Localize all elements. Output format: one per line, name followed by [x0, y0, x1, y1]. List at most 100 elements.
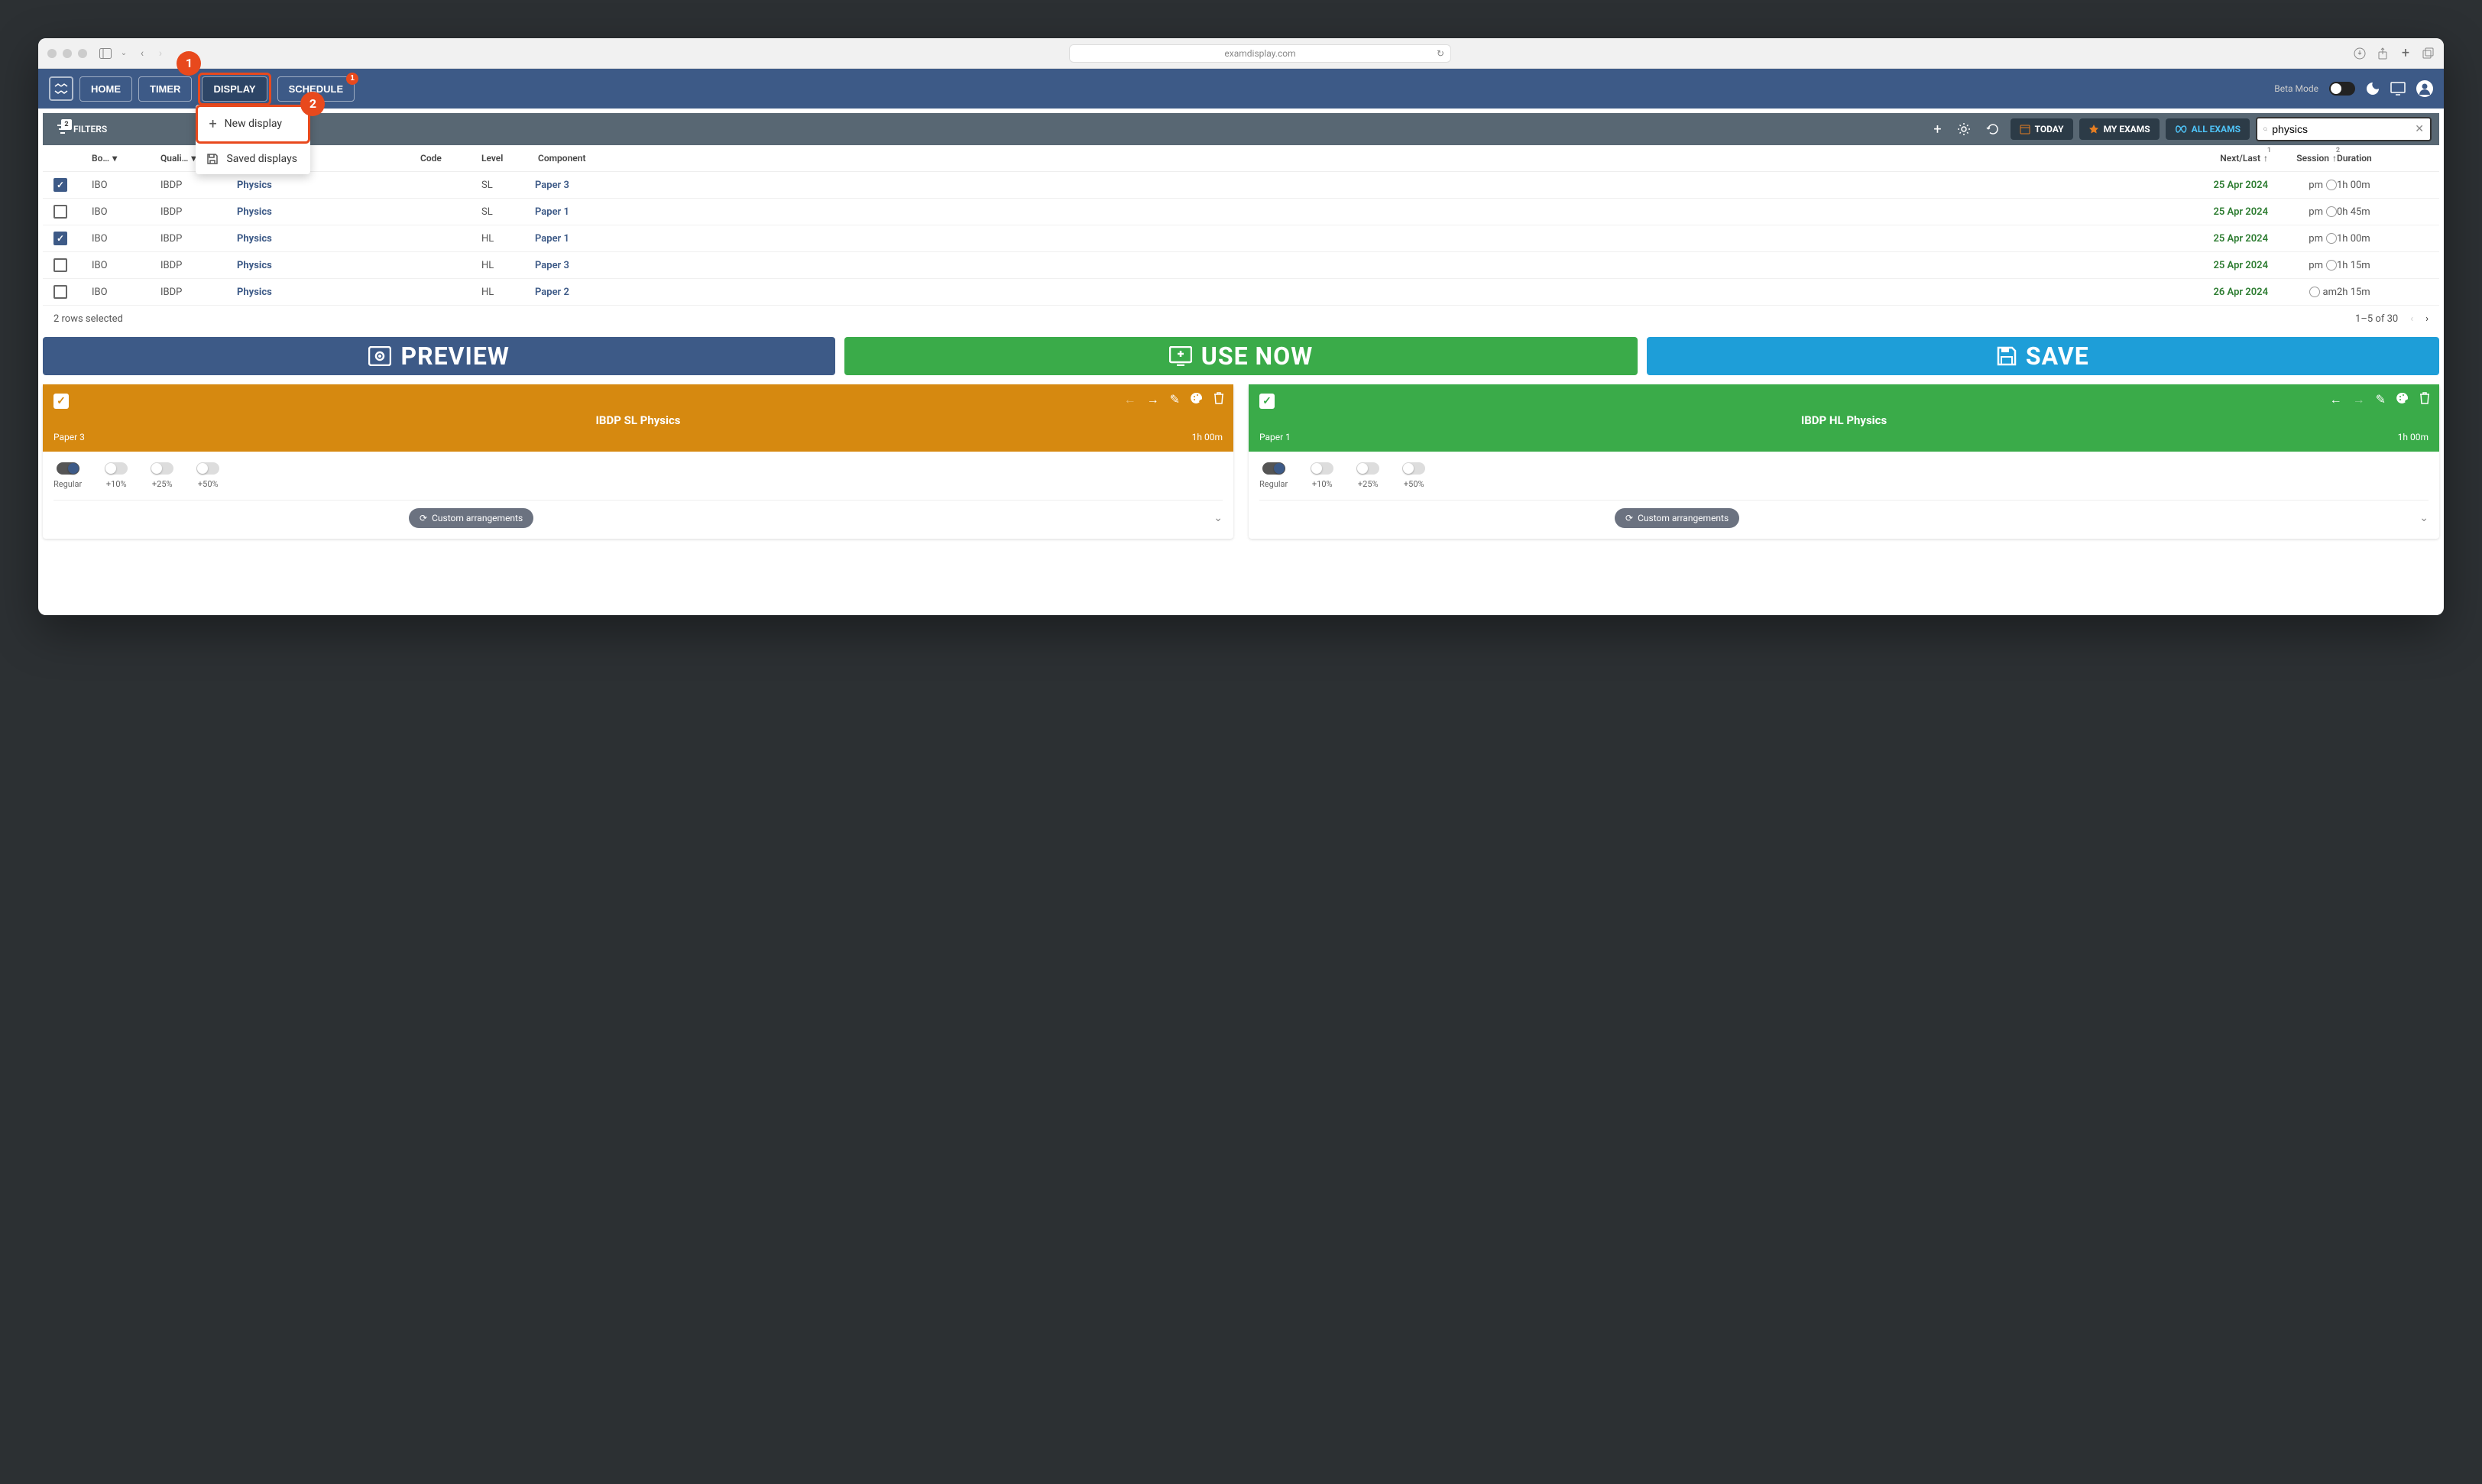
reset-icon[interactable]: [1981, 119, 2004, 139]
th-component[interactable]: Component: [538, 153, 711, 164]
toggle-switch[interactable]: [105, 462, 128, 475]
save-button[interactable]: SAVE: [1647, 337, 2439, 375]
th-nextlast[interactable]: Next/Last ↑1: [2176, 153, 2268, 164]
add-time-icon: ⟳: [420, 513, 427, 523]
palette-icon[interactable]: [2396, 392, 2409, 407]
toggle-switch[interactable]: [196, 462, 219, 475]
row-checkbox[interactable]: [53, 178, 67, 192]
chevron-down-icon[interactable]: ⌄: [1213, 512, 1223, 524]
rows-selected-text: 2 rows selected: [53, 313, 123, 325]
row-checkbox[interactable]: [53, 205, 67, 219]
preview-button[interactable]: PREVIEW: [43, 337, 835, 375]
toggle-plus25pct[interactable]: +25%: [1356, 462, 1379, 489]
toggle-plus50pct[interactable]: +50%: [196, 462, 219, 489]
dropdown-new-display[interactable]: 2 + New display: [196, 105, 310, 144]
schedule-badge: 1: [346, 73, 358, 85]
card-duration: 1h 00m: [2398, 432, 2429, 442]
trash-icon[interactable]: [2419, 392, 2430, 407]
clear-icon[interactable]: ✕: [2415, 123, 2424, 135]
card-checkbox[interactable]: [53, 394, 69, 409]
beta-toggle[interactable]: [2329, 82, 2355, 96]
back-icon[interactable]: ‹: [136, 47, 148, 60]
search-box[interactable]: ✕: [2256, 117, 2432, 141]
arrow-left-icon[interactable]: ←: [1124, 392, 1136, 407]
browser-window: ⌄ ‹ › examdisplay.com ↻ + HOME TIMER: [38, 38, 2444, 615]
arrow-right-icon[interactable]: →: [1147, 392, 1159, 407]
toggle-switch[interactable]: [57, 462, 79, 475]
cell-component: Paper 2: [535, 287, 711, 298]
th-code[interactable]: Code: [420, 153, 481, 164]
traffic-max[interactable]: [78, 49, 87, 58]
moon-icon[interactable]: [2366, 82, 2380, 96]
th-session[interactable]: Session ↑2: [2268, 153, 2337, 164]
user-icon[interactable]: [2416, 80, 2433, 97]
toggle-switch[interactable]: [1356, 462, 1379, 475]
card-duration: 1h 00m: [1192, 432, 1223, 442]
arrow-right-icon[interactable]: →: [2353, 392, 2365, 407]
table-row[interactable]: IBO IBDP Physics HL Paper 2 26 Apr 2024 …: [43, 279, 2439, 306]
toggle-Regular[interactable]: Regular: [53, 462, 82, 489]
row-checkbox[interactable]: [53, 232, 67, 245]
use-now-button[interactable]: USE NOW: [844, 337, 1637, 375]
nav-timer[interactable]: TIMER: [138, 76, 192, 102]
table-row[interactable]: IBO IBDP Physics HL Paper 1 25 Apr 2024 …: [43, 225, 2439, 252]
nav-display[interactable]: DISPLAY: [202, 76, 267, 102]
th-board[interactable]: Bo… ▾: [92, 153, 160, 164]
table-row[interactable]: IBO IBDP Physics SL Paper 3 25 Apr 2024 …: [43, 172, 2439, 199]
chevron-down-small-icon[interactable]: ⌄: [118, 47, 130, 60]
toggle-switch[interactable]: [1262, 462, 1285, 475]
filters-button[interactable]: 2 FILTERS: [50, 121, 113, 138]
chip-myexams[interactable]: MY EXAMS: [2079, 118, 2160, 140]
prev-page-icon[interactable]: ‹: [2410, 313, 2413, 325]
chevron-down-icon[interactable]: ⌄: [2419, 512, 2429, 524]
toggle-plus50pct[interactable]: +50%: [1402, 462, 1425, 489]
chip-allexams[interactable]: ALL EXAMS: [2166, 118, 2250, 140]
card-toolbar: ← → ✎: [2330, 392, 2430, 407]
th-duration[interactable]: Duration: [2337, 153, 2429, 164]
card-title: IBDP SL Physics: [53, 413, 1223, 427]
card-checkbox[interactable]: [1259, 394, 1275, 409]
forward-icon[interactable]: ›: [154, 47, 167, 60]
clock-icon: [2326, 233, 2337, 244]
row-checkbox[interactable]: [53, 285, 67, 299]
add-icon[interactable]: +: [1929, 118, 1946, 141]
cell-board: IBO: [92, 180, 160, 191]
toggle-plus25pct[interactable]: +25%: [151, 462, 173, 489]
edit-icon[interactable]: ✎: [2376, 392, 2386, 407]
toggle-plus10pct[interactable]: +10%: [105, 462, 128, 489]
table-row[interactable]: IBO IBDP Physics SL Paper 1 25 Apr 2024 …: [43, 199, 2439, 225]
toggle-switch[interactable]: [1402, 462, 1425, 475]
toggle-switch[interactable]: [1311, 462, 1333, 475]
toggle-plus10pct[interactable]: +10%: [1311, 462, 1333, 489]
download-icon[interactable]: [2354, 47, 2366, 60]
custom-arrangements-button[interactable]: ⟳ Custom arrangements: [409, 508, 533, 528]
refresh-icon[interactable]: ↻: [1437, 48, 1444, 59]
big-buttons-row: PREVIEW USE NOW SAVE: [38, 332, 2444, 380]
search-input[interactable]: [2272, 123, 2410, 135]
gear-icon[interactable]: [1952, 119, 1975, 139]
traffic-close[interactable]: [47, 49, 57, 58]
table-row[interactable]: IBO IBDP Physics HL Paper 3 25 Apr 2024 …: [43, 252, 2439, 279]
toggle-switch[interactable]: [151, 462, 173, 475]
sidebar-icon[interactable]: [99, 47, 112, 60]
row-checkbox[interactable]: [53, 258, 67, 272]
dropdown-label: Saved displays: [226, 153, 296, 165]
app-logo[interactable]: [49, 76, 73, 101]
traffic-min[interactable]: [63, 49, 72, 58]
plus-icon[interactable]: +: [2399, 47, 2412, 60]
chip-today[interactable]: TODAY: [2011, 118, 2073, 140]
trash-icon[interactable]: [1213, 392, 1224, 407]
arrow-left-icon[interactable]: ←: [2330, 392, 2342, 407]
url-bar[interactable]: examdisplay.com ↻: [1069, 44, 1451, 63]
share-icon[interactable]: [2377, 47, 2389, 60]
th-level[interactable]: Level: [481, 153, 535, 164]
toggle-Regular[interactable]: Regular: [1259, 462, 1288, 489]
next-page-icon[interactable]: ›: [2425, 313, 2429, 325]
tabs-icon[interactable]: [2422, 47, 2435, 60]
custom-arrangements-button[interactable]: ⟳ Custom arrangements: [1615, 508, 1739, 528]
palette-icon[interactable]: [1191, 392, 1203, 407]
display-icon[interactable]: [2390, 82, 2406, 96]
dropdown-saved-displays[interactable]: Saved displays: [196, 144, 310, 174]
edit-icon[interactable]: ✎: [1170, 392, 1180, 407]
nav-home[interactable]: HOME: [79, 76, 132, 102]
